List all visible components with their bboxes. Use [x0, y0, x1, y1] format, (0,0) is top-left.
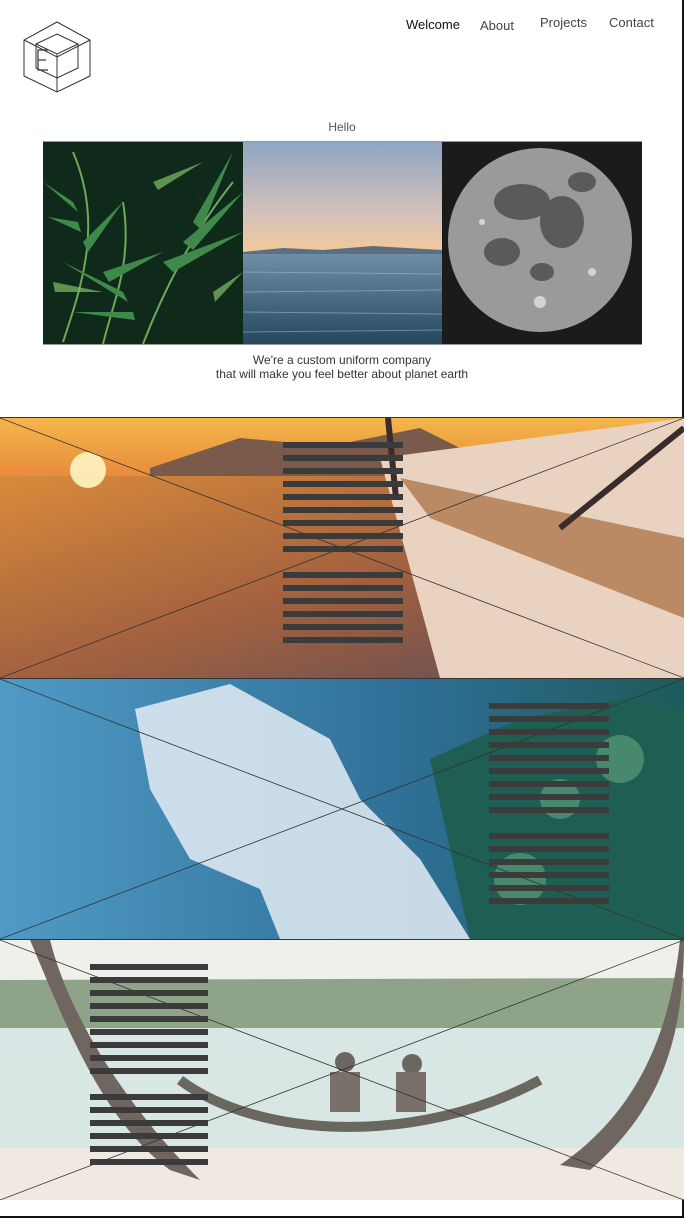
tagline: We're a custom uniform company that will… — [0, 353, 684, 381]
intro-heading: Hello — [328, 120, 356, 134]
nav-welcome[interactable]: Welcome — [406, 17, 460, 32]
nav-projects[interactable]: Projects — [540, 15, 587, 30]
text-placeholder-bars — [90, 964, 208, 1172]
cube-logo-icon[interactable] — [22, 20, 92, 94]
section-hammock-beach — [0, 939, 684, 1200]
ocean-sunset-image — [242, 142, 443, 344]
hero-triptych — [43, 141, 642, 345]
full-moon-image — [442, 142, 642, 344]
tagline-line-2: that will make you feel better about pla… — [215, 367, 469, 381]
text-placeholder-bars — [283, 442, 403, 650]
section-sailboat — [0, 417, 684, 678]
nav-about[interactable]: About — [480, 18, 514, 33]
section-plastic-ocean — [0, 678, 684, 939]
tagline-line-1: We're a custom uniform company — [252, 353, 432, 367]
nav-contact[interactable]: Contact — [609, 15, 654, 30]
palm-leaves-image — [43, 142, 243, 344]
text-placeholder-bars — [489, 703, 609, 911]
main-nav: Welcome About Projects Contact — [400, 14, 670, 38]
